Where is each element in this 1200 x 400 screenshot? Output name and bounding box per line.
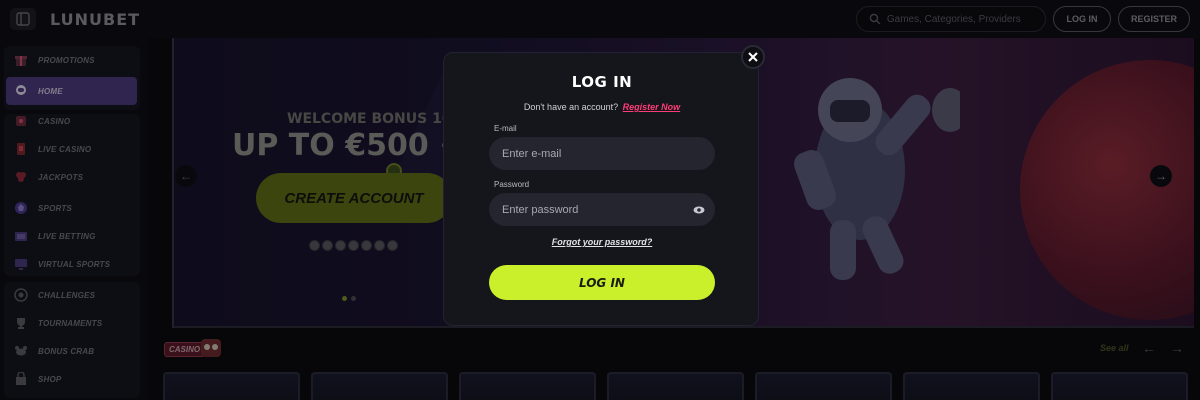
no-account-text: Don't have an account? [523,102,619,112]
register-now-link[interactable]: Register Now [623,102,681,112]
show-password-icon[interactable] [693,204,705,216]
forgot-password-link[interactable]: Forgot your password? [444,237,760,247]
email-field-container[interactable] [489,137,715,170]
email-field[interactable] [502,147,682,160]
close-icon [748,52,758,62]
email-label: E-mail [494,124,517,133]
no-account-row: Don't have an account? Register Now [444,102,760,112]
modal-title: LOG IN [571,73,633,91]
modal-close-button[interactable] [741,45,765,69]
password-field[interactable] [502,203,682,216]
login-modal: LOG IN Don't have an account? Register N… [443,52,759,326]
password-field-container[interactable] [489,193,715,226]
password-label: Password [494,180,530,189]
login-submit-button[interactable]: LOG IN [489,265,715,300]
